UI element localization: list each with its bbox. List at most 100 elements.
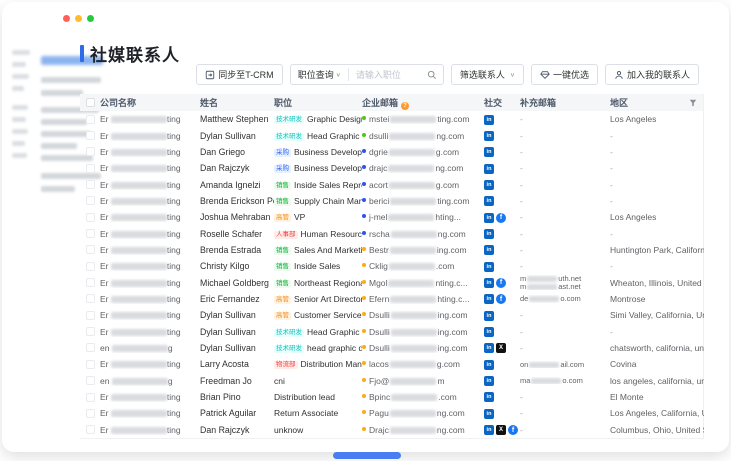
- rail-item[interactable]: [12, 86, 24, 91]
- rail-item[interactable]: [12, 141, 25, 146]
- table-row[interactable]: Er ting Eric Fernandez 高管Senior Art Dire…: [80, 291, 703, 307]
- x-icon[interactable]: X: [496, 425, 506, 435]
- linkedin-icon[interactable]: in: [484, 327, 494, 337]
- sidebar-item[interactable]: [41, 90, 83, 96]
- rail-item[interactable]: [12, 117, 26, 122]
- linkedin-icon[interactable]: in: [484, 245, 494, 255]
- table-row[interactable]: Er ting Matthew Stephen 技术研发Graphic Desi…: [80, 111, 703, 127]
- linkedin-icon[interactable]: in: [484, 311, 494, 321]
- table-row[interactable]: Er ting Dylan Sullivan 技术研发Head Graphic …: [80, 323, 703, 339]
- sidebar-item[interactable]: [41, 143, 77, 149]
- linkedin-icon[interactable]: in: [484, 164, 494, 174]
- rail-item[interactable]: [12, 74, 29, 79]
- sidebar-item[interactable]: [41, 77, 101, 83]
- row-checkbox[interactable]: [86, 409, 95, 418]
- table-row[interactable]: Er ting Joshua Mehraban 高管VP j-melhting.…: [80, 209, 703, 225]
- linkedin-icon[interactable]: in: [484, 180, 494, 190]
- linkedin-icon[interactable]: in: [484, 278, 494, 288]
- sidebar-item[interactable]: [41, 186, 75, 192]
- linkedin-icon[interactable]: in: [484, 213, 494, 223]
- facebook-icon[interactable]: f: [496, 278, 506, 288]
- maximize-window-icon[interactable]: [87, 15, 94, 22]
- table-row[interactable]: Er ting Brenda Estrada 销售Sales And Marke…: [80, 242, 703, 258]
- row-checkbox[interactable]: [86, 164, 95, 173]
- table-row[interactable]: Er ting Christy Kilgo 销售Inside Sales Ckl…: [80, 258, 703, 274]
- row-checkbox[interactable]: [86, 425, 95, 434]
- x-icon[interactable]: X: [496, 343, 506, 353]
- facebook-icon[interactable]: f: [496, 213, 506, 223]
- row-checkbox[interactable]: [86, 196, 95, 205]
- filter-contacts-dropdown[interactable]: 筛选联系人 ∨: [451, 64, 524, 85]
- row-checkbox[interactable]: [86, 393, 95, 402]
- row-checkbox[interactable]: [86, 147, 95, 156]
- filter-funnel-icon[interactable]: [689, 99, 697, 107]
- linkedin-icon[interactable]: in: [484, 376, 494, 386]
- extra-email-cell: mao.com: [520, 377, 610, 385]
- rail-item[interactable]: [12, 129, 28, 134]
- linkedin-icon[interactable]: in: [484, 360, 494, 370]
- close-window-icon[interactable]: [63, 15, 70, 22]
- row-checkbox[interactable]: [86, 180, 95, 189]
- linkedin-icon[interactable]: in: [484, 262, 494, 272]
- table-row[interactable]: Er ting Amanda Ignelzi 销售Inside Sales Re…: [80, 176, 703, 192]
- extra-email-cell: -: [520, 343, 610, 353]
- email-tip-icon[interactable]: ?: [401, 102, 409, 110]
- row-checkbox[interactable]: [86, 131, 95, 140]
- row-checkbox[interactable]: [86, 213, 95, 222]
- one-click-optimize-button[interactable]: 一键优选: [531, 64, 598, 85]
- table-row[interactable]: Er ting Larry Acosta 物流部Distribution Man…: [80, 356, 703, 372]
- position-query-label: 职位查询: [298, 68, 334, 81]
- linkedin-icon[interactable]: in: [484, 343, 494, 353]
- row-checkbox[interactable]: [86, 278, 95, 287]
- row-checkbox[interactable]: [86, 343, 95, 352]
- linkedin-icon[interactable]: in: [484, 392, 494, 402]
- row-checkbox[interactable]: [86, 262, 95, 271]
- rail-item[interactable]: [12, 50, 30, 55]
- select-all-checkbox[interactable]: [86, 98, 95, 107]
- horizontal-scrollbar[interactable]: [333, 452, 401, 459]
- linkedin-icon[interactable]: in: [484, 229, 494, 239]
- minimize-window-icon[interactable]: [75, 15, 82, 22]
- table-row[interactable]: Er ting Dylan Sullivan 高管Customer Servic…: [80, 307, 703, 323]
- position-search-input[interactable]: [349, 70, 427, 80]
- row-checkbox[interactable]: [86, 294, 95, 303]
- linkedin-icon[interactable]: in: [484, 196, 494, 206]
- extra-email: mao.com: [520, 377, 606, 385]
- rail-item[interactable]: [12, 105, 28, 110]
- row-checkbox[interactable]: [86, 311, 95, 320]
- table-row[interactable]: Er ting Dan Rajczyk unknow Drajcng.com i…: [80, 422, 703, 438]
- rail-item[interactable]: [12, 153, 27, 158]
- row-checkbox[interactable]: [86, 245, 95, 254]
- facebook-icon[interactable]: f: [496, 294, 506, 304]
- facebook-icon[interactable]: f: [508, 425, 518, 435]
- linkedin-icon[interactable]: in: [484, 147, 494, 157]
- linkedin-icon[interactable]: in: [484, 409, 494, 419]
- linkedin-icon[interactable]: in: [484, 131, 494, 141]
- position-query-dropdown[interactable]: 职位查询 ∨: [291, 68, 348, 81]
- rail-item[interactable]: [12, 62, 26, 67]
- table-row[interactable]: Er ting Brian Pino Distribution lead Bpi…: [80, 389, 703, 405]
- table-row[interactable]: Er ting Dan Rajczyk 采购Business Developme…: [80, 160, 703, 176]
- table-row[interactable]: en g Freedman Jo cni Fjo@m in mao.com lo…: [80, 373, 703, 389]
- table-row[interactable]: en g Dylan Sullivan 技术研发head graphic des…: [80, 340, 703, 356]
- search-icon[interactable]: [427, 70, 437, 80]
- table-row[interactable]: Er ting Dylan Sullivan 技术研发Head Graphic …: [80, 127, 703, 143]
- table-row[interactable]: Er ting Patrick Aguilar Return Associate…: [80, 405, 703, 421]
- linkedin-icon[interactable]: in: [484, 115, 494, 125]
- table-row[interactable]: Er ting Dan Griego 采购Business Developmen…: [80, 144, 703, 160]
- sync-to-tcrm-button[interactable]: 同步至T-CRM: [196, 64, 283, 85]
- linkedin-icon[interactable]: in: [484, 294, 494, 304]
- row-checkbox[interactable]: [86, 229, 95, 238]
- row-checkbox[interactable]: [86, 376, 95, 385]
- row-checkbox[interactable]: [86, 115, 95, 124]
- linkedin-icon[interactable]: in: [484, 425, 494, 435]
- email-cell: Dsulliing.com: [362, 343, 484, 353]
- one-click-optimize-label: 一键优选: [553, 68, 589, 81]
- row-checkbox[interactable]: [86, 327, 95, 336]
- blurred-text: [391, 231, 437, 238]
- add-to-my-contacts-button[interactable]: 加入我的联系人: [605, 64, 699, 85]
- table-row[interactable]: Er ting Brenda Erickson Pe 销售Supply Chai…: [80, 193, 703, 209]
- row-checkbox[interactable]: [86, 360, 95, 369]
- table-row[interactable]: Er ting Roselle Schafer 人事部Human Resourc…: [80, 225, 703, 241]
- table-row[interactable]: Er ting Michael Goldberg 销售Northeast Reg…: [80, 274, 703, 290]
